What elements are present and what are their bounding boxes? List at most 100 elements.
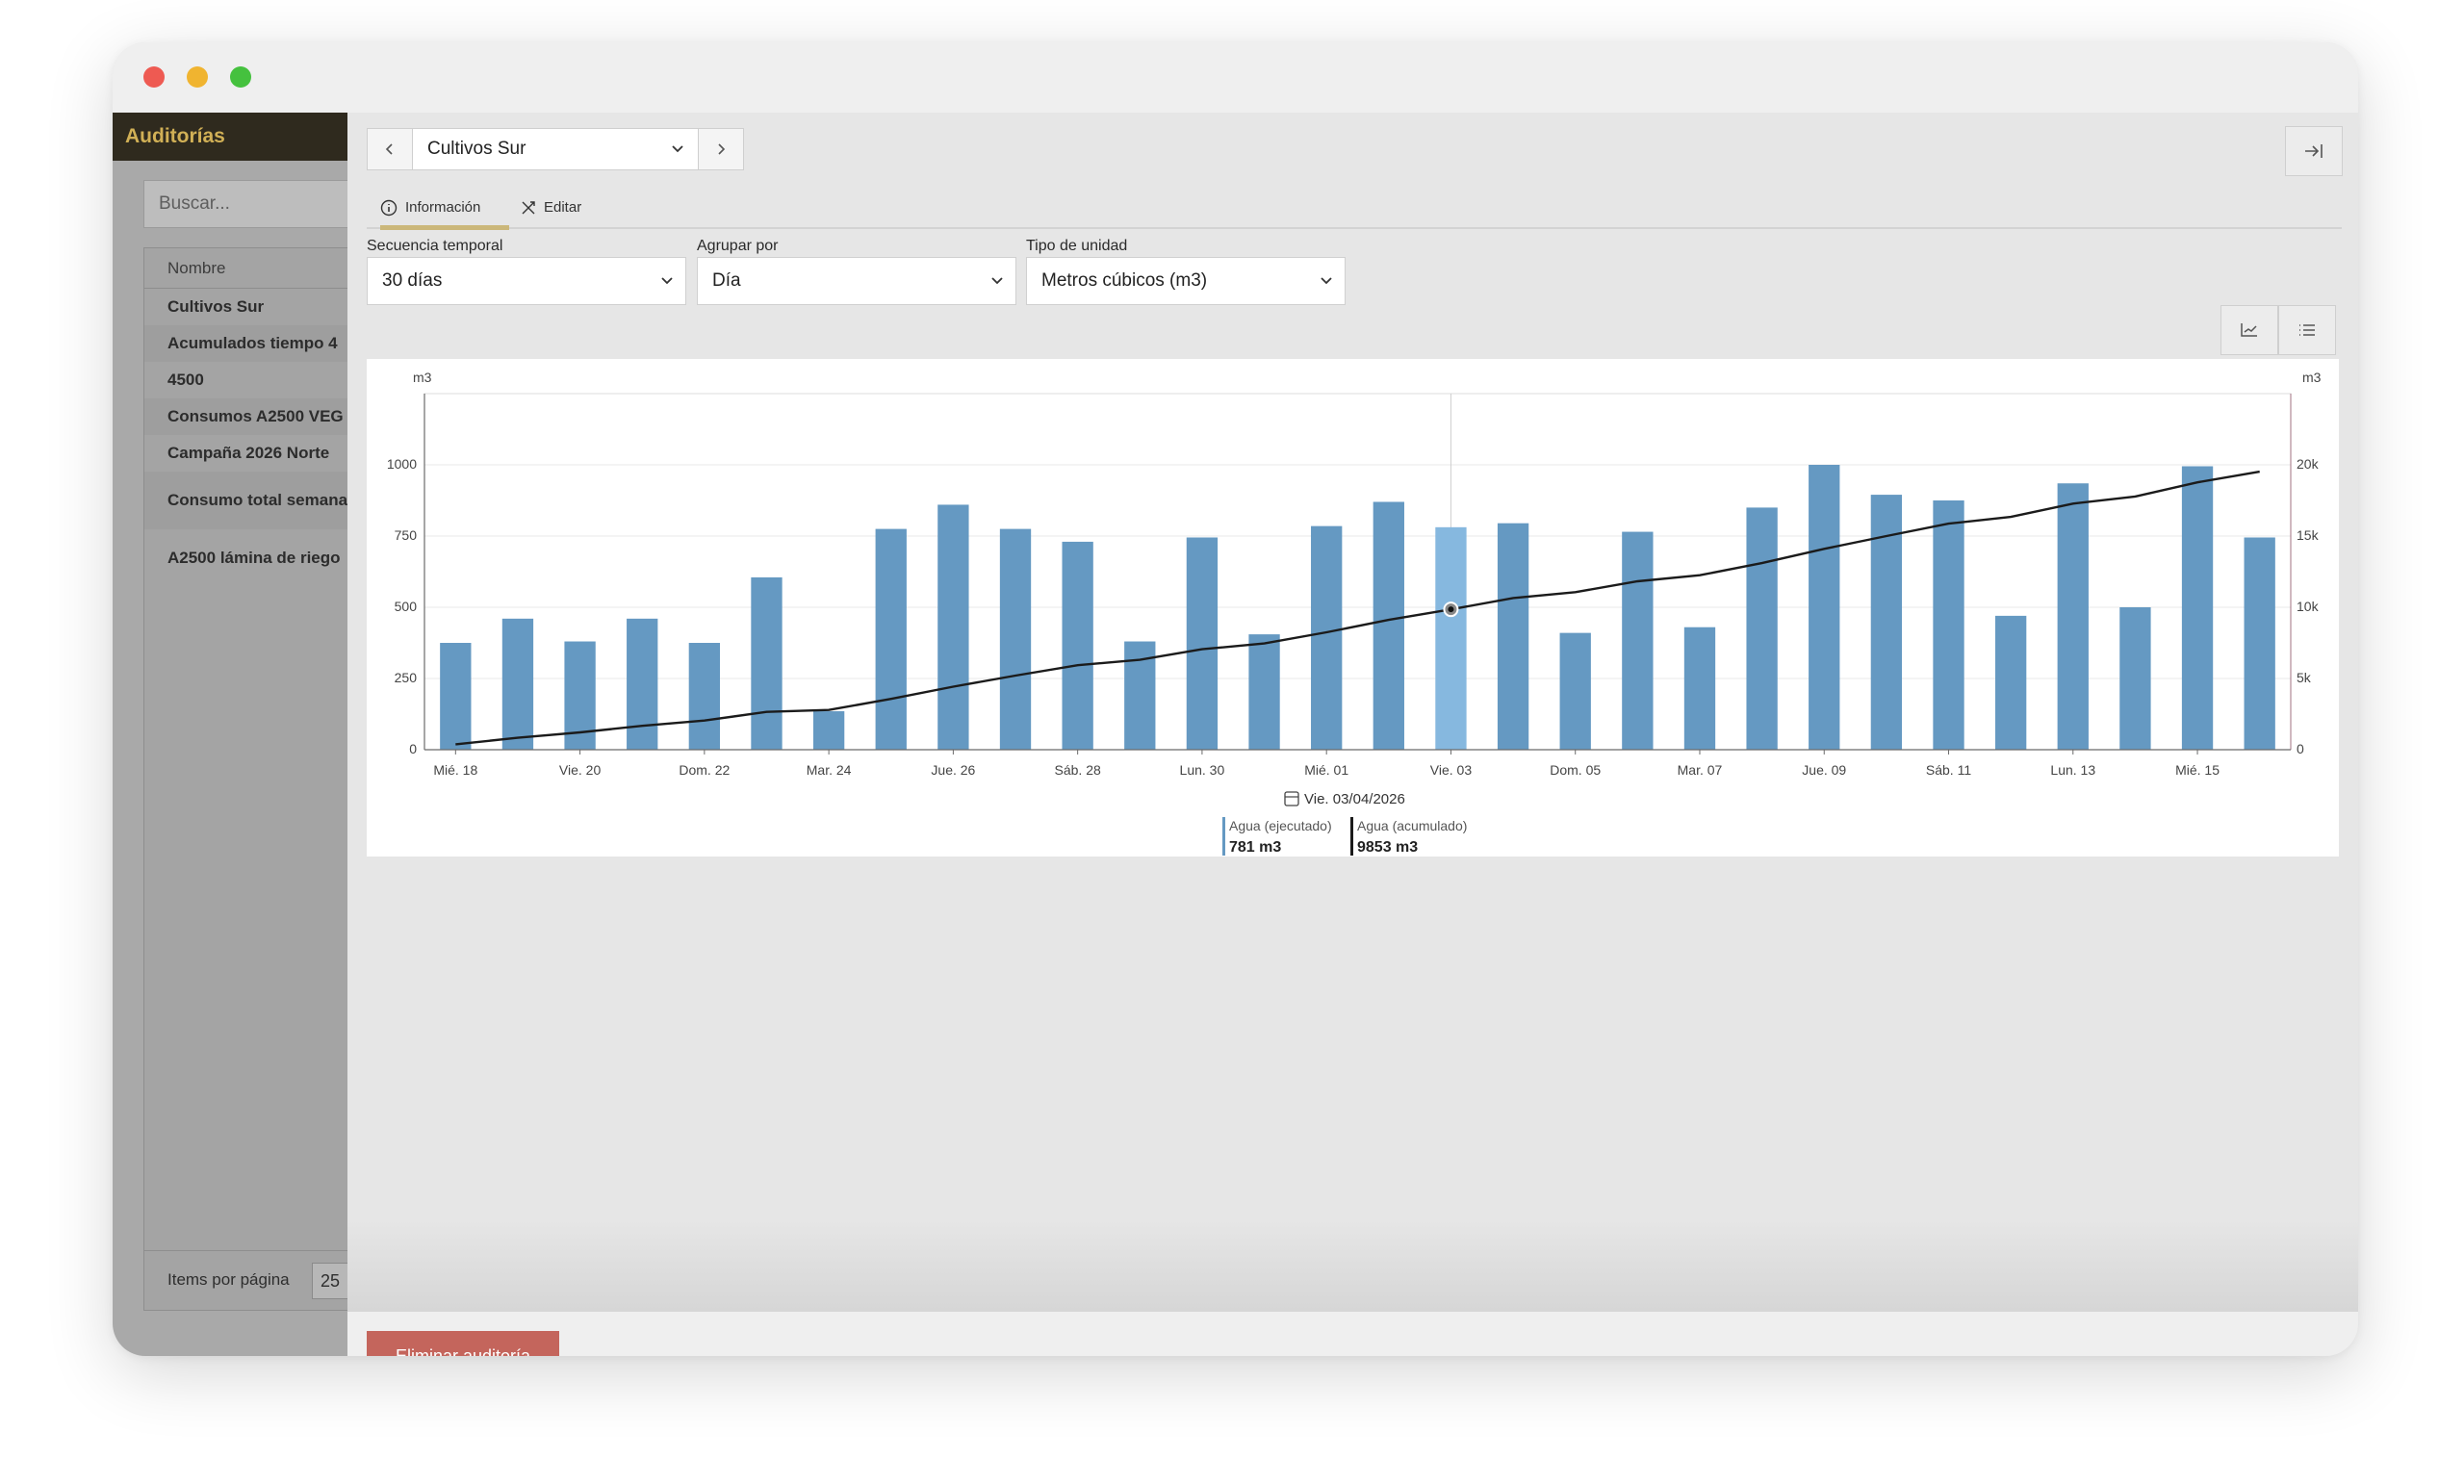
pagination-footer: Items por página 25: [144, 1250, 347, 1310]
x-tick-label: Jue. 26: [931, 762, 975, 778]
list-item[interactable]: Consumos A2500 VEG: [144, 398, 347, 435]
tooltip-date: Vie. 03/04/2026: [1304, 791, 1405, 807]
close-window-button[interactable]: [143, 66, 165, 88]
items-per-page-select[interactable]: 25: [312, 1263, 347, 1299]
chart-card: 0 250 500 750 1000 0 5k 10k 15k 20k m3 m3 Mié. 18 Vie…: [367, 359, 2339, 857]
x-tick-label: Sáb. 28: [1055, 762, 1101, 778]
sidebar: Auditorías Buscar... Nombre Cultivos Sur…: [113, 113, 347, 1356]
list-item[interactable]: Cultivos Sur: [144, 289, 347, 325]
bar: [501, 618, 534, 750]
list-item[interactable]: 4500: [144, 362, 347, 398]
bar: [688, 643, 721, 750]
x-tick-label: Vie. 03: [1430, 762, 1473, 778]
tab-informacion-label: Información: [405, 199, 481, 216]
x-tick-label: Sáb. 11: [1926, 762, 1971, 778]
left-tick-label: 750: [395, 527, 418, 543]
bar: [1373, 501, 1404, 750]
list-icon: [2299, 324, 2315, 336]
bar: [2244, 537, 2275, 750]
audit-navigator: Cultivos Sur: [367, 128, 744, 170]
audit-list: Nombre Cultivos Sur Acumulados tiempo 4 …: [143, 247, 347, 1311]
group-by-value: Día: [712, 270, 741, 291]
group-by-label: Agrupar por: [697, 238, 779, 254]
previous-audit-button[interactable]: [368, 129, 412, 169]
hover-point-center: [1448, 606, 1454, 613]
x-tick-label: Dom. 22: [679, 762, 730, 778]
collapse-right-icon: [2305, 144, 2323, 158]
audit-select[interactable]: Cultivos Sur: [412, 129, 699, 169]
list-item[interactable]: Campaña 2026 Norte: [144, 435, 347, 472]
chevron-left-icon: [385, 143, 393, 155]
group-by-select[interactable]: Día: [697, 257, 1016, 305]
bar: [999, 528, 1032, 750]
title-bar: [113, 42, 2358, 113]
right-tick-label: 5k: [2297, 670, 2312, 685]
x-tick-label: Jue. 09: [1802, 762, 1846, 778]
time-sequence-select[interactable]: 30 días: [367, 257, 686, 305]
x-tick-label: Lun. 13: [2050, 762, 2095, 778]
column-header-name[interactable]: Nombre: [144, 248, 347, 289]
tooltip-series-label: Agua (ejecutado): [1229, 818, 1332, 833]
line-chart-icon: [2241, 323, 2257, 337]
unit-type-value: Metros cúbicos (m3): [1041, 270, 1208, 291]
tab-informacion[interactable]: Información: [380, 188, 509, 230]
bar: [2057, 483, 2089, 750]
collapse-panel-button[interactable]: [2285, 126, 2343, 176]
bar: [2181, 466, 2214, 750]
next-audit-button[interactable]: [699, 129, 743, 169]
list-item[interactable]: Consumo total semana: [144, 472, 347, 529]
tooltip-swatch: [1222, 817, 1225, 856]
bar: [1311, 525, 1343, 750]
water-consumption-chart: 0 250 500 750 1000 0 5k 10k 15k 20k m3 m3 Mié. 18 Vie…: [387, 370, 2322, 856]
bar: [1683, 627, 1716, 750]
list-view-button[interactable]: [2278, 305, 2336, 355]
bar: [875, 528, 907, 750]
maximize-window-button[interactable]: [230, 66, 251, 88]
bar: [627, 618, 658, 750]
bar: [2119, 607, 2151, 750]
list-item[interactable]: Acumulados tiempo 4: [144, 325, 347, 362]
tooltip-series-label: Agua (acumulado): [1357, 818, 1467, 833]
detail-panel: Cultivos Sur Información Editar Secuenci…: [347, 113, 2358, 1356]
chevron-down-icon: [672, 145, 683, 153]
chevron-down-icon: [661, 277, 673, 285]
bar: [1497, 523, 1529, 750]
bar: [1994, 615, 2027, 750]
calendar-icon: [1284, 791, 1299, 806]
chart-view-button[interactable]: [2220, 305, 2278, 355]
tab-bar: Información Editar: [367, 188, 2342, 230]
x-tick-label: Mar. 07: [1678, 762, 1723, 778]
bar: [1248, 634, 1280, 750]
footer-bar: [347, 1312, 2358, 1356]
bottom-shade: [347, 1219, 2358, 1312]
x-tick-label: Mié. 18: [433, 762, 477, 778]
cumulative-line: [455, 470, 2260, 746]
items-per-page-label: Items por página: [167, 1270, 290, 1289]
list-item[interactable]: A2500 lámina de riego: [144, 529, 347, 587]
left-axis-unit: m3: [413, 370, 432, 385]
chevron-down-icon: [991, 277, 1003, 285]
left-tick-label: 500: [395, 599, 418, 614]
search-input[interactable]: Buscar...: [143, 180, 347, 228]
time-sequence-value: 30 días: [382, 270, 443, 291]
sidebar-title: Auditorías: [113, 113, 347, 161]
tooltip-swatch: [1350, 817, 1353, 856]
x-tick-label: Dom. 05: [1550, 762, 1601, 778]
bar: [751, 576, 783, 750]
unit-type-select[interactable]: Metros cúbicos (m3): [1026, 257, 1346, 305]
bar: [1746, 507, 1778, 750]
tools-icon: [522, 200, 535, 214]
x-tick-label: Mié. 15: [2175, 762, 2220, 778]
right-tick-label: 10k: [2297, 599, 2320, 614]
bar: [1062, 541, 1093, 750]
audit-select-value: Cultivos Sur: [427, 139, 526, 159]
minimize-window-button[interactable]: [187, 66, 208, 88]
tooltip-series-value: 9853 m3: [1357, 839, 1418, 856]
tab-editar[interactable]: Editar: [521, 188, 607, 227]
x-tick-label: Mar. 24: [807, 762, 852, 778]
delete-audit-button[interactable]: Eliminar auditoría: [367, 1331, 559, 1356]
right-tick-label: 15k: [2297, 527, 2320, 543]
bar: [1933, 500, 1964, 750]
tooltip-series-value: 781 m3: [1229, 839, 1281, 856]
time-sequence-label: Secuencia temporal: [367, 238, 503, 254]
